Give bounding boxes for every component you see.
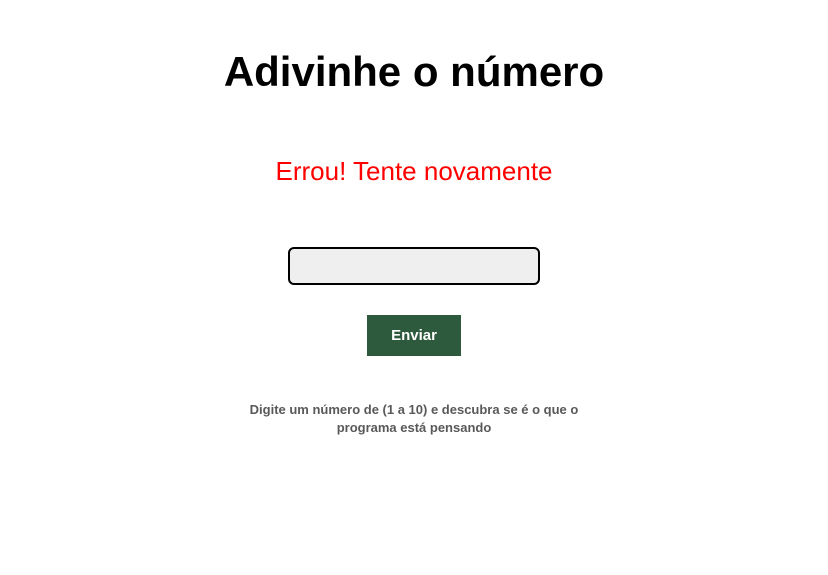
page-title: Adivinhe o número [224,48,604,96]
guess-input[interactable] [288,247,540,285]
game-container: Adivinhe o número Errou! Tente novamente… [0,0,828,437]
submit-button[interactable]: Enviar [367,315,461,356]
instruction-text: Digite um número de (1 a 10) e descubra … [234,401,594,437]
error-message: Errou! Tente novamente [275,156,552,187]
